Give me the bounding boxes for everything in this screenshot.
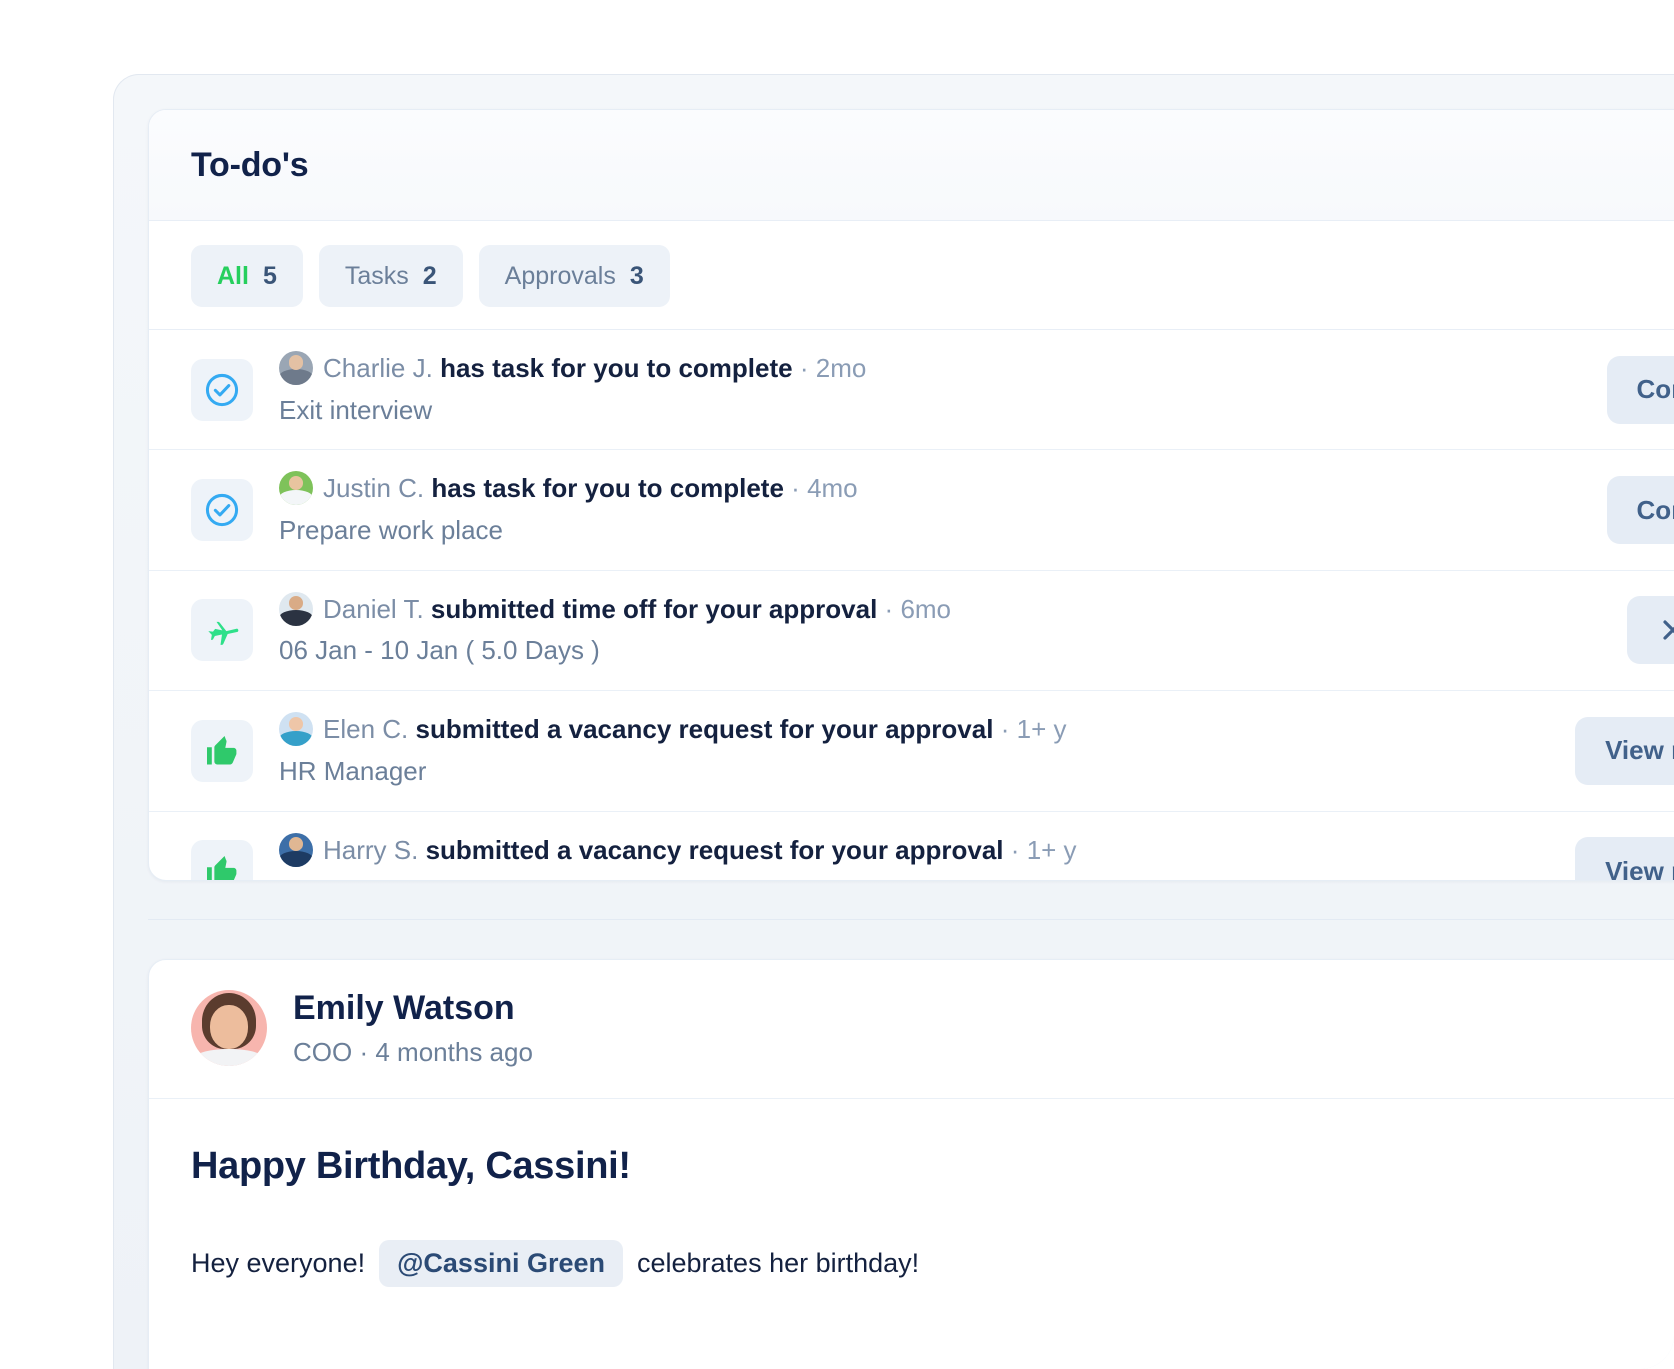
- todo-item-line-primary: Daniel T. submitted time off for your ap…: [279, 591, 1603, 629]
- todo-item-action: submitted a vacancy request for your app…: [415, 714, 994, 745]
- todo-item-text: Justin C. has task for you to complete ·…: [279, 470, 1583, 549]
- check-circle-icon: [191, 479, 253, 542]
- todo-item-action: submitted time off for your approval: [430, 593, 878, 624]
- tab-approvals-count: 3: [629, 261, 644, 290]
- post-body: Happy Birthday, Cassini! Hey everyone! @…: [149, 1099, 1674, 1287]
- todo-item-person: Elen C.: [323, 714, 409, 745]
- todo-item[interactable]: Daniel T. submitted time off for your ap…: [149, 571, 1674, 692]
- todo-card: To-do's All 5 Tasks 2 Approvals 3 Charli…: [148, 109, 1674, 881]
- todo-item-person: Daniel T.: [323, 593, 424, 624]
- todo-item-text: Harry S. submitted a vacancy request for…: [279, 832, 1551, 880]
- complete-button[interactable]: Complete: [1606, 355, 1674, 424]
- todo-item-person: Harry S.: [323, 834, 419, 865]
- todo-item-actions: Complete: [1606, 355, 1674, 424]
- todo-filter-tabs: All 5 Tasks 2 Approvals 3: [149, 221, 1674, 330]
- avatar: [279, 351, 313, 385]
- post-text: Hey everyone! @Cassini Green celebrates …: [191, 1239, 1674, 1287]
- todo-item-actions: Complete: [1606, 476, 1674, 545]
- todo-item-time: 4mo: [807, 473, 858, 504]
- post-timestamp: 4 months ago: [375, 1036, 533, 1067]
- avatar: [279, 712, 313, 747]
- todo-item-detail: Senior Software Developer: [279, 873, 1551, 880]
- todo-item-person: Justin C.: [323, 473, 425, 504]
- tab-tasks-label: Tasks: [344, 261, 409, 290]
- avatar: [279, 591, 313, 626]
- view-request-button-label: View request: [1605, 735, 1674, 766]
- post-author-name: Emily Watson: [293, 989, 515, 1027]
- tab-all[interactable]: All 5: [191, 245, 303, 307]
- todo-item-text: Charlie J. has task for you to complete …: [279, 350, 1583, 429]
- todo-item-time: 1+ y: [1026, 834, 1077, 865]
- todo-item-action: submitted a vacancy request for your app…: [425, 834, 1004, 865]
- tab-approvals[interactable]: Approvals 3: [478, 245, 670, 307]
- todo-item[interactable]: Elen C. submitted a vacancy request for …: [149, 691, 1674, 812]
- section-divider: [148, 919, 1674, 920]
- todo-item[interactable]: Justin C. has task for you to complete ·…: [149, 450, 1674, 571]
- post-header: Emily Watson COO · 4 months ago: [149, 960, 1674, 1099]
- reject-button[interactable]: [1627, 596, 1674, 665]
- todo-item[interactable]: Charlie J. has task for you to complete …: [149, 330, 1674, 451]
- view-request-button[interactable]: View request: [1575, 716, 1674, 785]
- todo-item-line-primary: Elen C. submitted a vacancy request for …: [279, 711, 1551, 749]
- thumbs-up-icon: [191, 719, 253, 782]
- todo-item-separator: ·: [1000, 714, 1010, 745]
- post-text-after: celebrates her birthday!: [637, 1247, 920, 1278]
- todo-item-time: 2mo: [815, 353, 867, 383]
- todo-item-separator: ·: [1010, 834, 1020, 865]
- todo-item-separator: ·: [791, 473, 800, 504]
- tab-all-count: 5: [262, 261, 277, 290]
- complete-button-label: Complete: [1636, 494, 1674, 525]
- post-author-role: COO: [293, 1036, 353, 1067]
- todo-item-separator: ·: [799, 353, 809, 383]
- view-request-button-label: View request: [1605, 855, 1674, 881]
- todo-item-detail: 06 Jan - 10 Jan ( 5.0 Days ): [279, 635, 600, 666]
- todo-item-text: Daniel T. submitted time off for your ap…: [279, 591, 1603, 670]
- post-mention[interactable]: @Cassini Green: [379, 1239, 623, 1287]
- todo-item-line-primary: Harry S. submitted a vacancy request for…: [279, 832, 1551, 870]
- tab-tasks[interactable]: Tasks 2: [318, 245, 463, 307]
- todo-card-header: To-do's: [149, 110, 1674, 221]
- post-meta: COO · 4 months ago: [293, 1037, 533, 1068]
- post-title: Happy Birthday, Cassini!: [191, 1144, 631, 1187]
- tab-all-label: All: [217, 261, 249, 290]
- todo-item-time: 1+ y: [1016, 714, 1067, 745]
- todo-item-action: has task for you to complete: [431, 473, 784, 504]
- app-screenshot: To-do's All 5 Tasks 2 Approvals 3 Charli…: [0, 0, 1674, 1369]
- post-author-block: Emily Watson COO · 4 months ago: [293, 988, 533, 1068]
- thumbs-up-icon: [191, 840, 253, 880]
- todo-item-actions: View request: [1575, 837, 1674, 881]
- todo-item-time: 6mo: [900, 593, 952, 624]
- todo-item-line-primary: Charlie J. has task for you to complete …: [279, 350, 1583, 388]
- avatar: [279, 471, 313, 506]
- airplane-icon: [191, 599, 253, 662]
- avatar: [279, 832, 313, 867]
- todo-item-person: Charlie J.: [323, 353, 433, 383]
- todo-item-actions: [1627, 596, 1674, 665]
- check-circle-icon: [191, 358, 253, 421]
- app-shell: To-do's All 5 Tasks 2 Approvals 3 Charli…: [113, 74, 1674, 1369]
- todo-item-line-primary: Justin C. has task for you to complete ·…: [279, 470, 1583, 508]
- post-text-before: Hey everyone!: [191, 1247, 366, 1278]
- todo-item-detail: Exit interview: [279, 394, 433, 425]
- view-request-button[interactable]: View request: [1575, 837, 1674, 881]
- close-icon: [1663, 620, 1674, 641]
- todo-item-separator: ·: [884, 593, 894, 624]
- page-title: To-do's: [191, 145, 309, 184]
- avatar: [191, 989, 267, 1066]
- complete-button-label: Complete: [1636, 374, 1674, 405]
- todo-item-action: has task for you to complete: [440, 353, 793, 383]
- post-card: Emily Watson COO · 4 months ago Happy Bi…: [148, 959, 1674, 1369]
- tab-approvals-label: Approvals: [504, 261, 616, 290]
- post-meta-separator: ·: [359, 1036, 369, 1067]
- complete-button[interactable]: Complete: [1606, 476, 1674, 545]
- todo-item-actions: View request: [1575, 716, 1674, 785]
- todo-item-detail: Prepare work place: [279, 515, 503, 546]
- todo-item-detail: HR Manager: [279, 755, 427, 786]
- todo-item-text: Elen C. submitted a vacancy request for …: [279, 711, 1551, 790]
- todo-item[interactable]: Harry S. submitted a vacancy request for…: [149, 812, 1674, 881]
- tab-tasks-count: 2: [422, 261, 437, 290]
